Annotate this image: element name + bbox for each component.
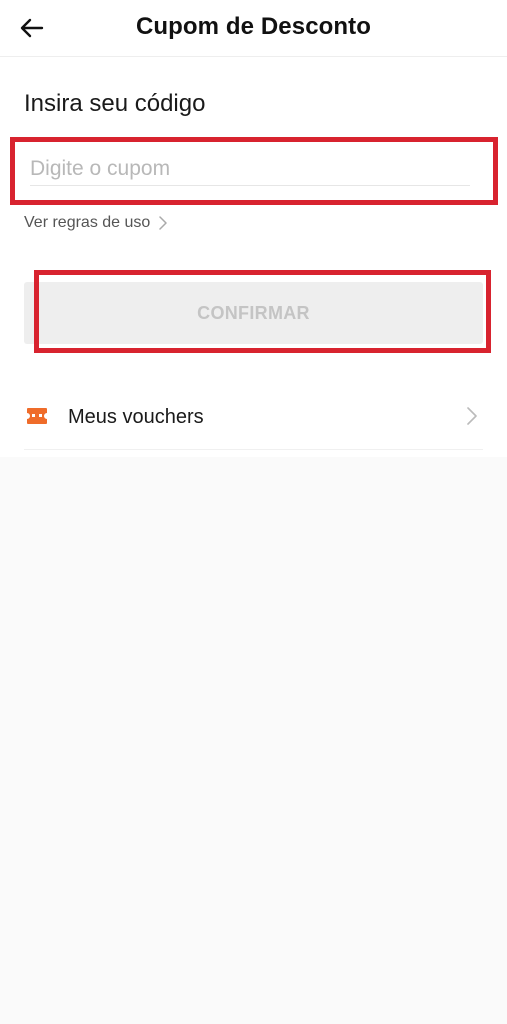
page-title: Cupom de Desconto: [135, 13, 372, 40]
coupon-input[interactable]: [30, 153, 470, 186]
coupon-panel: Insira seu código Ver regras de uso CONF…: [0, 57, 507, 457]
page-content: Insira seu código Ver regras de uso CONF…: [0, 57, 507, 1024]
chevron-right-icon: [159, 216, 168, 230]
section-title: Insira seu código: [24, 90, 206, 117]
usage-rules-label: Ver regras de uso: [24, 214, 151, 231]
usage-rules-link[interactable]: Ver regras de uso: [24, 214, 168, 232]
ticket-icon: [27, 408, 47, 424]
my-vouchers-row[interactable]: Meus vouchers: [24, 387, 483, 450]
chevron-right-icon: [467, 407, 477, 425]
confirm-button[interactable]: CONFIRMAR: [24, 282, 483, 344]
my-vouchers-label: Meus vouchers: [68, 406, 204, 428]
app-header: Cupom de Desconto: [0, 0, 507, 57]
